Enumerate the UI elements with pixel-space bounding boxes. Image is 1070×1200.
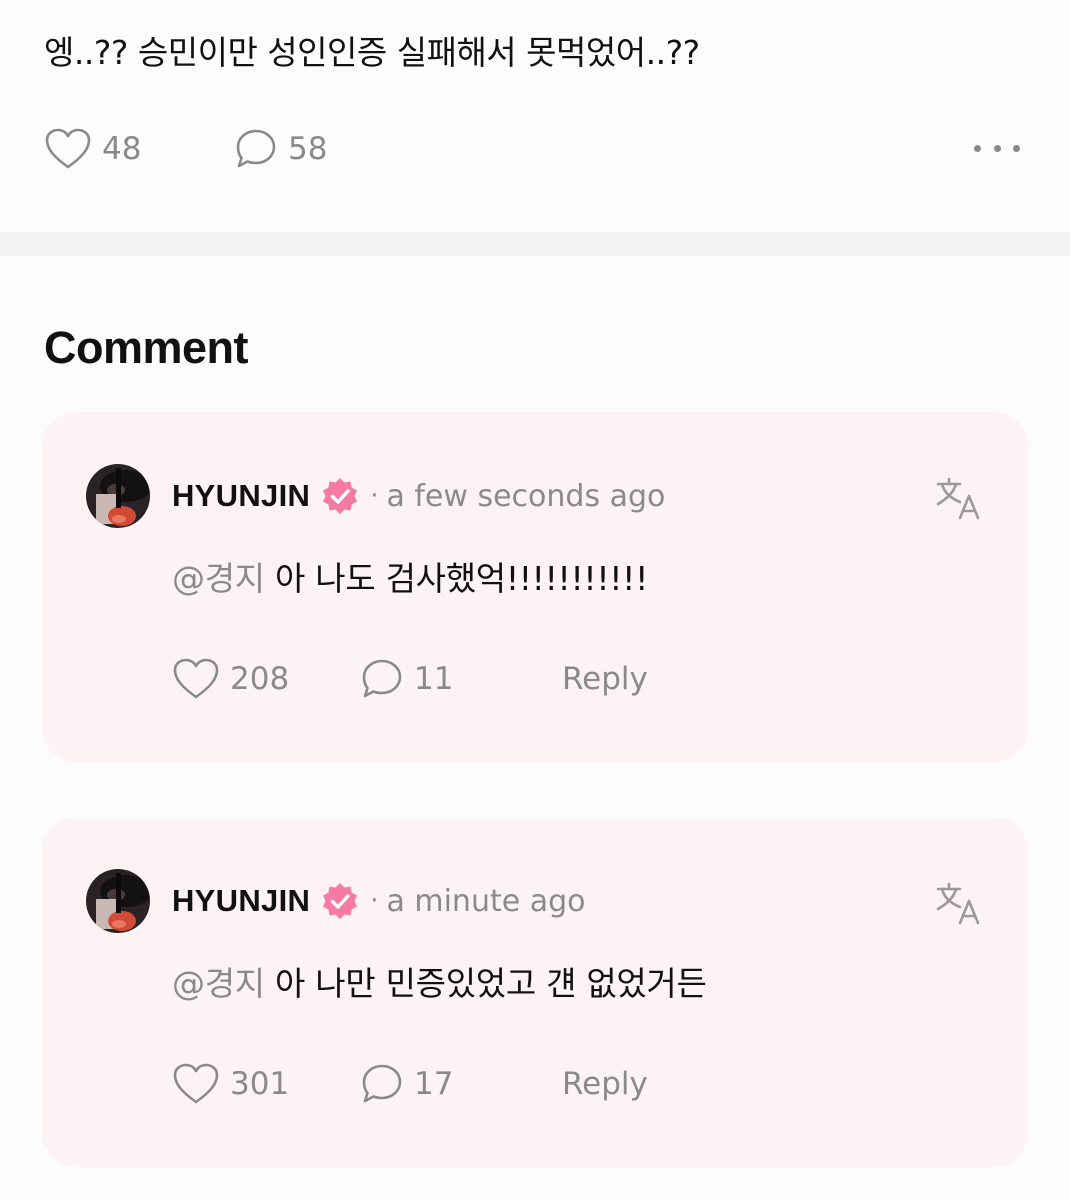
comment-header: HYUNJIN · a minute ago: [172, 879, 586, 923]
post-actions: 48 58: [44, 124, 327, 174]
translate-icon[interactable]: [934, 879, 982, 927]
comment-reply-count: 17: [414, 1066, 454, 1102]
comment-like-count: 208: [230, 661, 290, 697]
comment-text: 아 나만 민증있었고 걘 없었거든: [264, 964, 707, 1003]
comment-like-count: 301: [230, 1066, 290, 1102]
comment-body: @경지 아 나만 민증있었고 걘 없었거든: [172, 957, 707, 1005]
comment-icon: [362, 659, 402, 698]
comment-replies-button[interactable]: 17: [360, 1062, 562, 1106]
comment-icon: [236, 129, 276, 168]
separator-dot: ·: [370, 886, 379, 916]
heart-icon: [173, 1063, 219, 1104]
avatar[interactable]: [86, 869, 150, 933]
more-icon[interactable]: [970, 132, 1024, 164]
post-like-button[interactable]: 48: [44, 127, 234, 171]
reply-button[interactable]: Reply: [562, 1066, 648, 1102]
comment-icon: [362, 1064, 402, 1103]
comment-body: @경지 아 나도 검사했억!!!!!!!!!!!: [172, 552, 648, 600]
verified-badge-icon: [323, 883, 358, 919]
comment-like-button[interactable]: 301: [172, 1062, 360, 1106]
comment-author[interactable]: HYUNJIN: [172, 478, 310, 514]
comment-time: a minute ago: [386, 883, 586, 919]
comment-header: HYUNJIN · a few seconds ago: [172, 474, 665, 518]
post-comment-count: 58: [288, 131, 328, 167]
comment-mention[interactable]: @경지: [172, 964, 265, 1003]
comment-reply-count: 11: [414, 661, 454, 697]
comment-card: HYUNJIN · a few seconds ago @경지 아 나도 검사했…: [42, 412, 1028, 762]
translate-icon[interactable]: [934, 474, 982, 522]
comment-time: a few seconds ago: [386, 478, 666, 514]
comment-section-title: Comment: [44, 322, 249, 373]
comment-text: 아 나도 검사했억!!!!!!!!!!!: [264, 559, 649, 598]
avatar[interactable]: [86, 464, 150, 528]
post: 엥..?? 승민이만 성인인증 실패해서 못먹었어..?? 48 58: [0, 0, 1070, 232]
comment-author[interactable]: HYUNJIN: [172, 883, 310, 919]
separator-dot: ·: [370, 481, 379, 511]
post-text: 엥..?? 승민이만 성인인증 실패해서 못먹었어..??: [44, 33, 700, 72]
heart-icon: [45, 128, 91, 169]
comment-actions: 301 17 Reply: [172, 1059, 648, 1109]
comment-card: HYUNJIN · a minute ago @경지 아 나만 민증있었고 걘 …: [42, 817, 1028, 1167]
verified-badge-icon: [323, 478, 358, 514]
post-like-count: 48: [102, 131, 142, 167]
comment-mention[interactable]: @경지: [172, 559, 265, 598]
comment-replies-button[interactable]: 11: [360, 657, 562, 701]
comment-actions: 208 11 Reply: [172, 654, 648, 704]
reply-button[interactable]: Reply: [562, 661, 648, 697]
heart-icon: [173, 658, 219, 699]
section-divider: [0, 232, 1070, 256]
post-comment-button[interactable]: 58: [234, 127, 327, 171]
comment-like-button[interactable]: 208: [172, 657, 360, 701]
